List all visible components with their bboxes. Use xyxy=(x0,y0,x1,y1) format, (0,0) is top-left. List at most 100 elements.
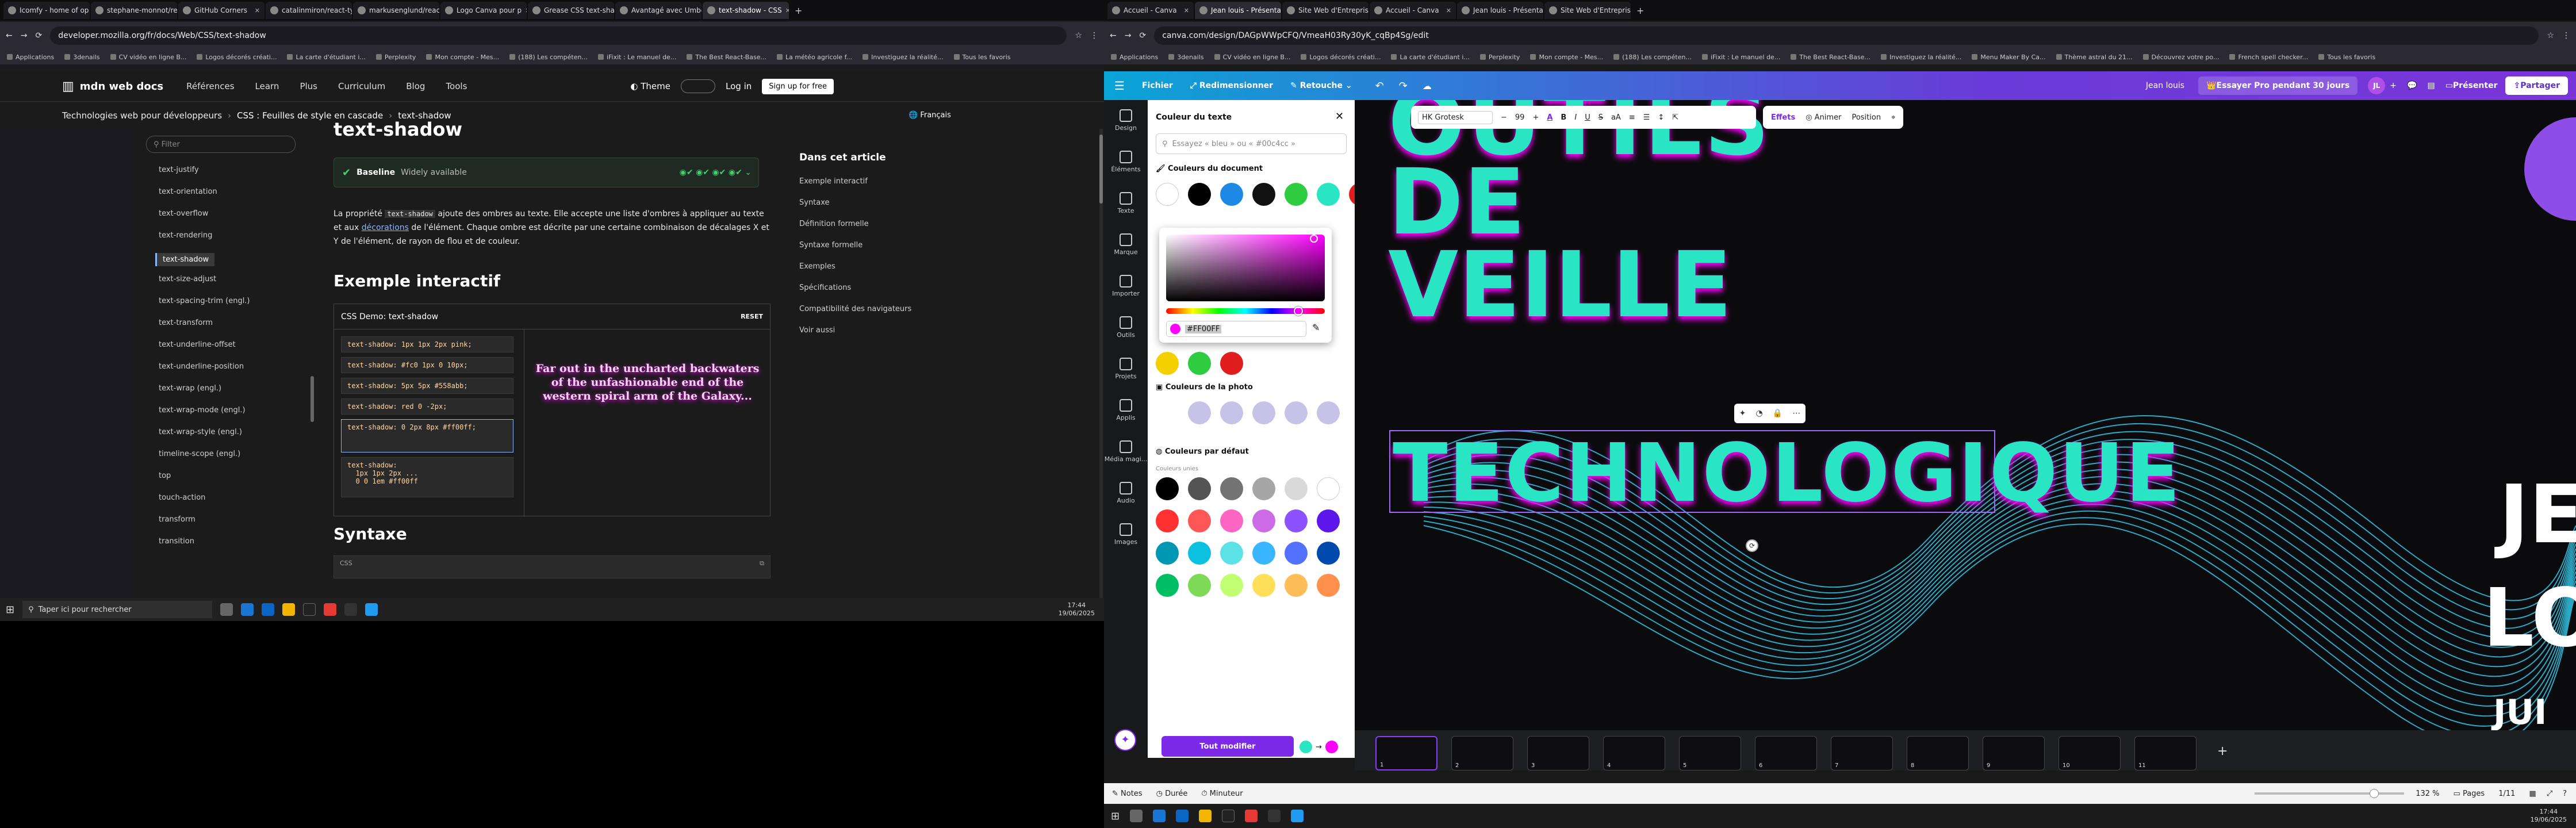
strikethrough-icon[interactable]: S xyxy=(1598,113,1603,122)
bookmark-item[interactable]: iFixit : Le manuel de... xyxy=(1701,53,1780,61)
browser-tab[interactable]: Accueil - Canva ✕ xyxy=(1107,2,1194,19)
magic-assistant-button[interactable]: ✦ xyxy=(1114,729,1136,751)
page-scrollbar[interactable] xyxy=(1099,129,1103,621)
rail-item[interactable]: Design xyxy=(1104,109,1148,132)
menu-icon[interactable]: ⋮ xyxy=(2562,31,2570,40)
browser-tab[interactable]: GitHub Corners ✕ xyxy=(178,2,264,19)
page-thumbnail[interactable]: 1 xyxy=(1375,736,1438,770)
eyedropper-icon[interactable]: ✎ xyxy=(1312,322,1320,333)
sidebar-item[interactable]: text-size-adjust xyxy=(159,275,216,283)
rail-item[interactable]: Marque xyxy=(1104,233,1148,256)
zoom-slider[interactable] xyxy=(2255,789,2405,798)
page-thumbnail[interactable]: 5 xyxy=(1679,736,1741,770)
saturation-picker[interactable] xyxy=(1166,235,1325,301)
present-button[interactable]: ▭ Présenter xyxy=(2445,81,2498,90)
theme-toggle[interactable]: ◐ Theme xyxy=(630,81,670,91)
app-icon-3[interactable] xyxy=(303,603,316,616)
text-color-icon[interactable]: A xyxy=(1547,113,1552,122)
list-icon[interactable]: ☰ xyxy=(1643,113,1650,122)
toc-link[interactable]: Spécifications xyxy=(799,283,972,292)
bookmark-item[interactable]: The Best React-Base... xyxy=(1791,53,1870,61)
bookmark-item[interactable]: Investiguez la réalité... xyxy=(1881,53,1961,61)
sidebar-item[interactable]: text-shadow xyxy=(155,253,215,266)
bookmark-item[interactable]: Applications xyxy=(1111,53,1158,61)
color-swatch[interactable] xyxy=(1252,401,1275,424)
browser-tab[interactable]: text-shadow - CSS ✕ xyxy=(703,2,789,19)
star-icon[interactable]: ☆ xyxy=(2547,31,2554,40)
forward-icon[interactable]: → xyxy=(21,31,28,40)
default-color-swatch[interactable] xyxy=(1220,509,1243,532)
close-tab-icon[interactable]: ✕ xyxy=(1446,7,1451,14)
page-thumbnail[interactable]: 11 xyxy=(2134,736,2196,770)
forward-icon[interactable]: → xyxy=(1125,31,1132,40)
start-icon[interactable]: ⊞ xyxy=(1111,810,1120,822)
share-button[interactable]: ⇪ Partager xyxy=(2505,76,2568,95)
folder-icon[interactable] xyxy=(1199,810,1212,822)
font-selector[interactable]: HK Grotesk xyxy=(1418,110,1493,124)
back-icon[interactable]: ← xyxy=(6,31,13,40)
nav-link[interactable]: Curriculum xyxy=(338,81,385,91)
default-color-swatch[interactable] xyxy=(1317,574,1340,597)
default-color-swatch[interactable] xyxy=(1252,477,1275,500)
sidebar-item[interactable]: top xyxy=(159,471,171,480)
app-icon-1[interactable] xyxy=(1153,810,1166,822)
hue-handle[interactable] xyxy=(1294,306,1303,316)
toc-link[interactable]: Voir aussi xyxy=(799,326,972,335)
page-thumbnail[interactable]: 7 xyxy=(1831,736,1893,770)
sidebar-item[interactable]: timeline-scope (engl.) xyxy=(159,450,240,458)
demo-choice[interactable]: text-shadow: 5px 5px #558abb; xyxy=(341,378,513,394)
rail-item[interactable]: Texte xyxy=(1104,192,1148,214)
slide-side-text-1[interactable]: JE xyxy=(2499,468,2576,562)
lock-icon[interactable]: 🔒 xyxy=(1773,409,1782,418)
browser-tab[interactable]: Accueil - Canva ✕ xyxy=(1370,2,1456,19)
avatar[interactable]: JL xyxy=(2368,77,2386,94)
color-swatch[interactable] xyxy=(1156,352,1179,375)
sidebar-item[interactable]: text-overflow xyxy=(159,209,208,218)
page-thumbnail[interactable]: 2 xyxy=(1451,736,1513,770)
zoom-value[interactable]: 132 % xyxy=(2416,789,2439,798)
color-swatch[interactable] xyxy=(1285,401,1308,424)
right-url-field[interactable]: canva.com/design/DAGpWWpCFQ/VmeaH03Ry30y… xyxy=(1154,26,2539,45)
rotate-handle[interactable]: ⟳ xyxy=(1746,539,1758,552)
color-swatch[interactable] xyxy=(1252,183,1275,206)
underline-icon[interactable]: U xyxy=(1585,113,1590,122)
default-color-swatch[interactable] xyxy=(1252,509,1275,532)
bookmark-item[interactable]: Tous les favoris xyxy=(2318,53,2375,61)
default-color-swatch[interactable] xyxy=(1188,477,1211,500)
case-icon[interactable]: aA xyxy=(1611,113,1621,122)
nav-link[interactable]: Références xyxy=(186,81,234,91)
file-menu[interactable]: Fichier xyxy=(1142,81,1173,90)
fullscreen-icon[interactable]: ⤢ xyxy=(2547,789,2552,798)
color-search-input[interactable]: ⚲ Essayez « bleu » ou « #00c4cc » xyxy=(1156,133,1347,154)
app-icon-2[interactable] xyxy=(1176,810,1189,822)
close-tab-icon[interactable]: ✕ xyxy=(1184,7,1189,14)
demo-choice[interactable]: text-shadow: 1px 1px 2px pink; xyxy=(341,336,513,352)
color-swatch[interactable] xyxy=(1220,352,1243,375)
toc-link[interactable]: Exemples xyxy=(799,262,972,271)
bold-icon[interactable]: B xyxy=(1561,113,1566,122)
color-swatch[interactable] xyxy=(1317,183,1340,206)
font-size-input[interactable]: 99 xyxy=(1515,113,1525,122)
comments-icon[interactable]: 💬 xyxy=(2407,81,2417,90)
close-tab-icon[interactable]: ✕ xyxy=(785,7,789,14)
color-swatch[interactable] xyxy=(1220,183,1243,206)
default-color-swatch[interactable] xyxy=(1220,542,1243,565)
chrome-icon[interactable] xyxy=(1245,810,1258,822)
hex-input[interactable]: #FF00FF xyxy=(1166,321,1306,337)
sidebar-item[interactable]: text-rendering xyxy=(159,231,212,240)
default-color-swatch[interactable] xyxy=(1156,574,1179,597)
reload-icon[interactable]: ⟳ xyxy=(1139,31,1146,40)
default-color-swatch[interactable] xyxy=(1188,509,1211,532)
folder-icon[interactable] xyxy=(282,603,296,616)
undo-icon[interactable]: ↶ xyxy=(1375,80,1384,92)
position-button[interactable]: Position xyxy=(1851,113,1881,122)
bookmark-item[interactable]: French spell checker... xyxy=(2229,53,2308,61)
bookmark-item[interactable]: 3denails xyxy=(64,53,100,61)
color-swatch[interactable] xyxy=(1188,401,1211,424)
demo-choice[interactable]: text-shadow: red 0 -2px; xyxy=(341,398,513,415)
toc-link[interactable]: Exemple interactif xyxy=(799,177,972,186)
color-swatch[interactable] xyxy=(1220,401,1243,424)
resize-menu[interactable]: ⤢ Redimensionner xyxy=(1190,81,1273,90)
duration-button[interactable]: ◷ Durée xyxy=(1156,789,1188,798)
bookmark-item[interactable]: 3denails xyxy=(1168,53,1204,61)
